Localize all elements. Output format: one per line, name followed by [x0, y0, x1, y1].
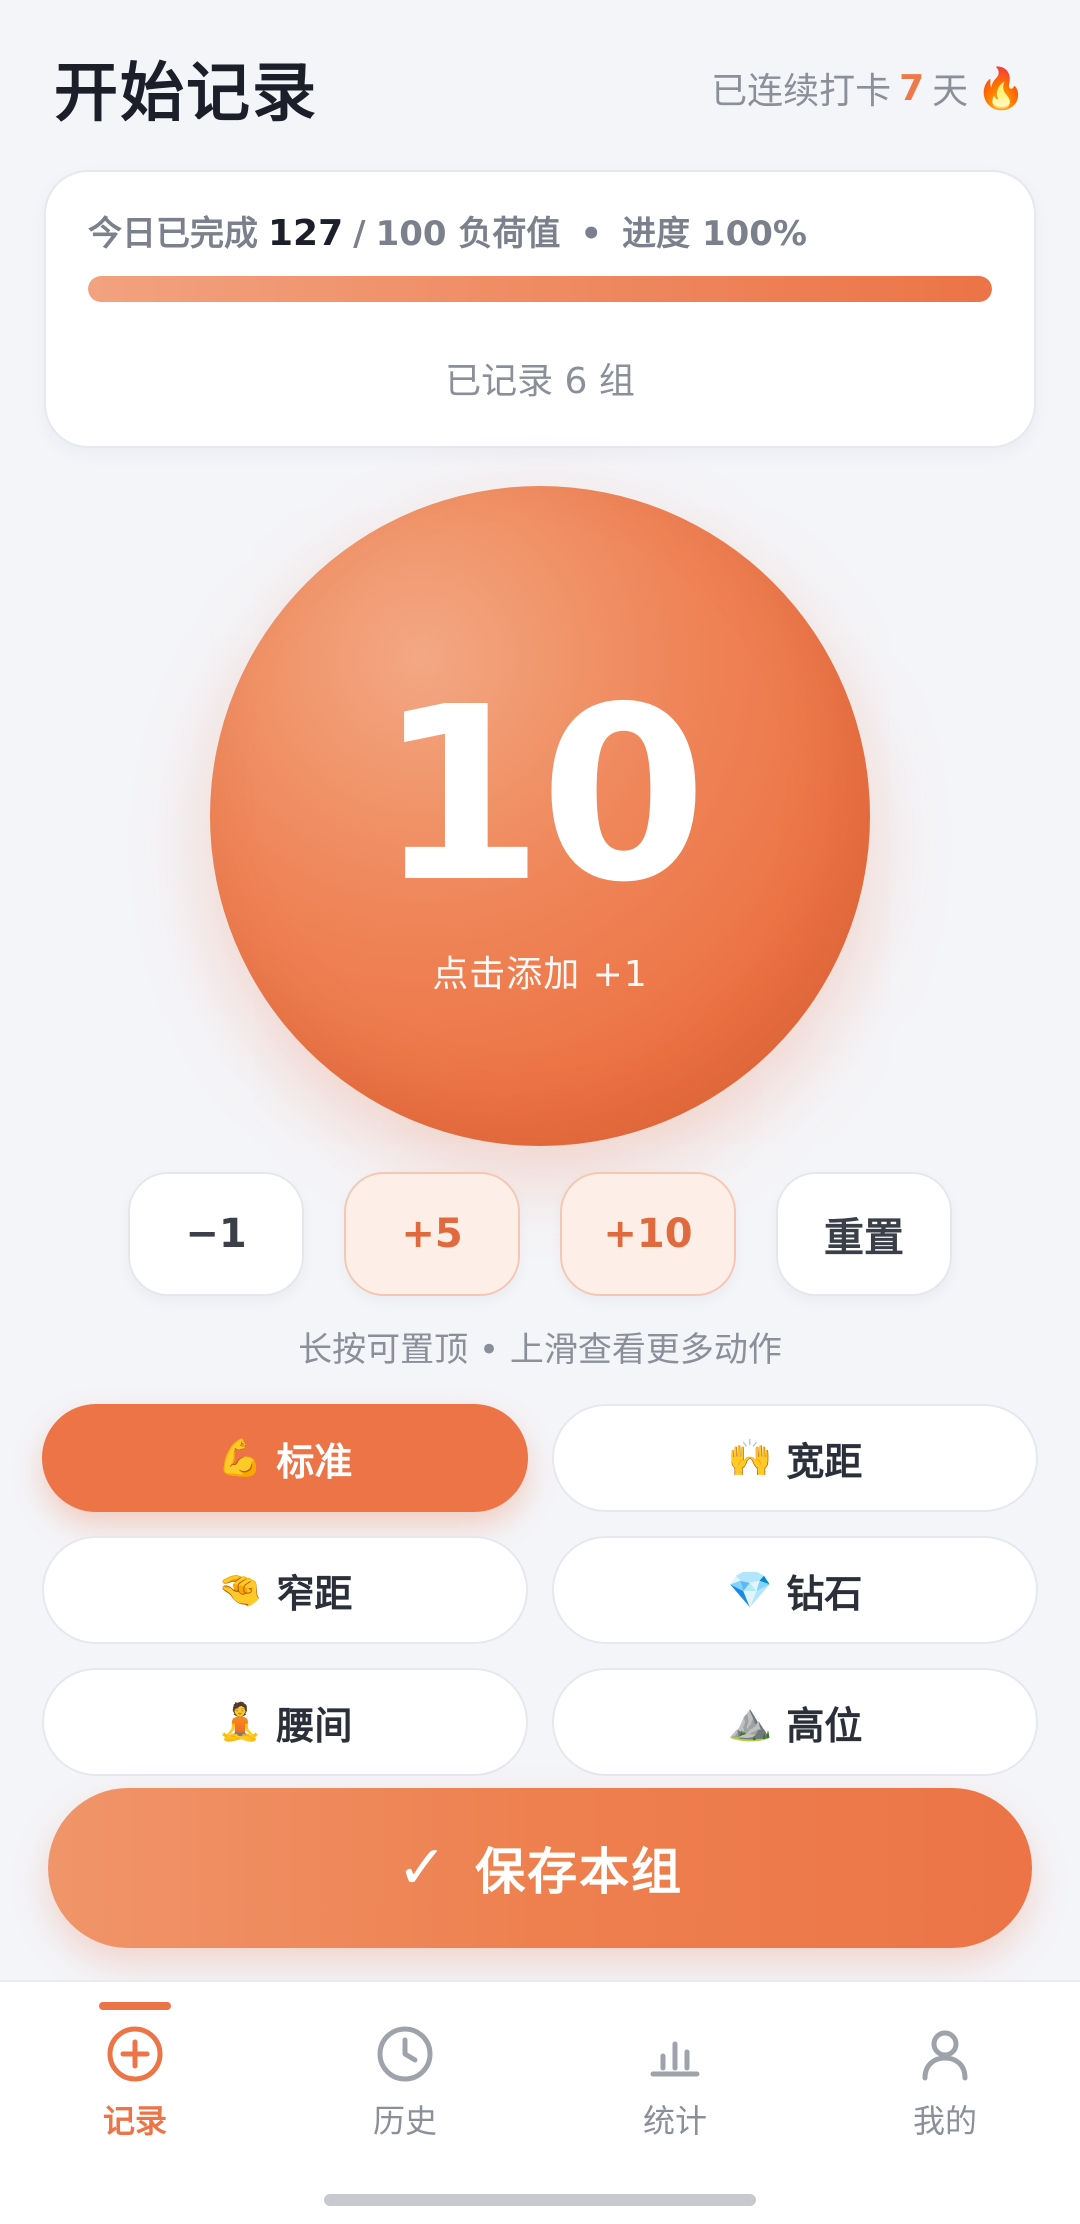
tab-history[interactable]: 历史	[270, 1982, 540, 2162]
progress-separator: /	[353, 214, 366, 254]
counter-tap-button[interactable]: 10 点击添加 +1	[210, 486, 870, 1146]
bar-chart-icon	[650, 2041, 700, 2077]
bottom-tab-bar: 记录 历史 统计 我的	[0, 1980, 1080, 2224]
grip-high[interactable]: ⛰️ 高位	[552, 1668, 1038, 1776]
progress-bar	[88, 276, 992, 302]
mountain-icon: ⛰️	[727, 1702, 773, 1743]
grip-standard[interactable]: 💪 标准	[42, 1404, 528, 1512]
grip-narrow[interactable]: 🤏 窄距	[42, 1536, 528, 1644]
plus-ten-button[interactable]: +10	[560, 1172, 736, 1296]
screen: 开始记录 已连续打卡 7 天 🔥 今日已完成 127 / 100 负荷值 • 进…	[0, 0, 1080, 2224]
tab-record[interactable]: 记录	[0, 1982, 270, 2162]
grip-wide[interactable]: 🙌 宽距	[552, 1404, 1038, 1512]
target-text: 100 负荷值	[375, 214, 561, 254]
progress-summary: 今日已完成 127 / 100 负荷值 • 进度 100%	[88, 206, 807, 255]
tab-label: 历史	[372, 2102, 437, 2140]
streak-days: 7	[899, 67, 925, 109]
clock-icon	[377, 2026, 433, 2082]
gesture-hint: 长按可置顶 • 上滑查看更多动作	[298, 1330, 782, 1370]
person-meditating-icon: 🧘	[217, 1702, 263, 1743]
save-label: 保存本组	[475, 1843, 684, 1901]
streak-prefix: 已连续打卡	[711, 71, 892, 112]
tab-profile[interactable]: 我的	[810, 1982, 1080, 2162]
header: 开始记录 已连续打卡 7 天 🔥	[54, 40, 1026, 136]
progress-percent: 进度 100%	[622, 214, 807, 254]
grip-waist[interactable]: 🧘 腰间	[42, 1668, 528, 1776]
user-icon	[922, 2030, 968, 2081]
page-title: 开始记录	[54, 57, 318, 131]
reset-button[interactable]: 重置	[776, 1172, 952, 1296]
separator-dot: •	[580, 214, 603, 254]
minus-one-button[interactable]: −1	[128, 1172, 304, 1296]
fire-icon: 🔥	[976, 65, 1026, 112]
grip-label: 钻石	[786, 1571, 863, 1616]
groups-recorded: 已记录 6 组	[445, 361, 635, 402]
grip-label: 标准	[276, 1439, 353, 1484]
quick-adjust-row: −1 +5 +10 重置	[128, 1172, 952, 1296]
flexed-biceps-icon: 💪	[217, 1438, 263, 1479]
active-tab-indicator	[99, 2002, 171, 2010]
pinching-hand-icon: 🤏	[217, 1570, 263, 1611]
grip-label: 腰间	[276, 1703, 353, 1748]
save-set-button[interactable]: ✓ 保存本组	[48, 1788, 1032, 1948]
streak-indicator: 已连续打卡 7 天 🔥	[711, 62, 1026, 114]
tab-label: 记录	[102, 2102, 167, 2140]
gem-icon: 💎	[727, 1570, 773, 1611]
streak-suffix: 天	[932, 71, 969, 112]
completed-count: 127	[268, 213, 344, 254]
tab-label: 统计	[642, 2102, 707, 2140]
grip-label: 高位	[786, 1703, 863, 1748]
grip-diamond[interactable]: 💎 钻石	[552, 1536, 1038, 1644]
progress-prefix: 今日已完成	[88, 214, 258, 254]
daily-progress-card: 今日已完成 127 / 100 负荷值 • 进度 100% 已记录 6 组	[44, 170, 1036, 448]
check-icon: ✓	[396, 1833, 450, 1903]
tab-stats[interactable]: 统计	[540, 1982, 810, 2162]
tab-label: 我的	[912, 2102, 977, 2140]
grip-options: 💪 标准 🙌 宽距 🤏 窄距 💎 钻石 🧘 腰间 ⛰️ 高位	[42, 1404, 1038, 1776]
counter-value: 10	[377, 655, 707, 935]
plus-circle-icon	[107, 2026, 163, 2082]
tap-hint: 点击添加 +1	[432, 954, 648, 995]
home-indicator	[324, 2194, 756, 2206]
plus-five-button[interactable]: +5	[344, 1172, 520, 1296]
grip-label: 宽距	[786, 1439, 863, 1484]
progress-bar-fill	[88, 276, 992, 302]
grip-label: 窄距	[276, 1571, 353, 1616]
raised-hands-icon: 🙌	[727, 1438, 773, 1479]
